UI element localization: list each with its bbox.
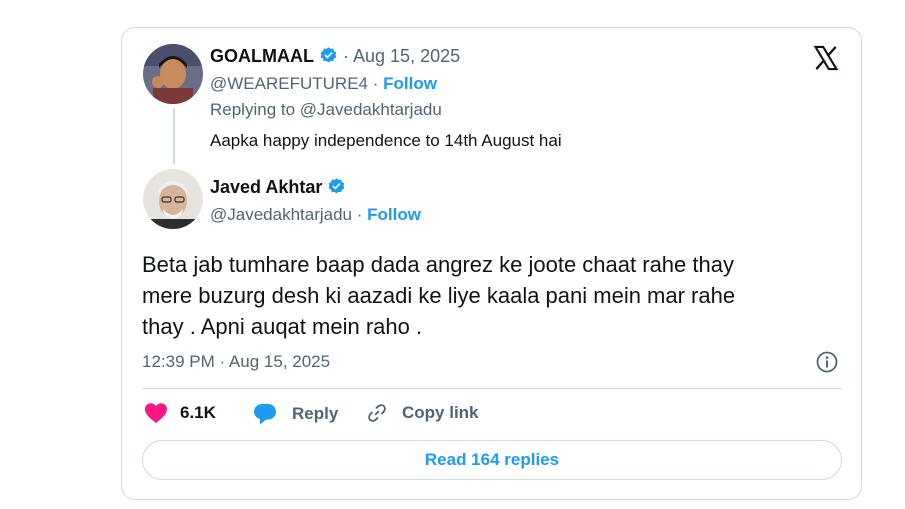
reply-tweet-text: Aapka happy independence to 14th August … <box>210 131 562 150</box>
reply-handle[interactable]: @WEAREFUTURE4 · <box>210 74 378 93</box>
tweet-text-line: Beta jab tumhare baap dada angrez ke joo… <box>142 252 734 277</box>
follow-button[interactable]: Follow <box>383 74 437 93</box>
reply-action[interactable]: Reply <box>252 402 338 426</box>
reply-label: Reply <box>292 404 339 423</box>
replying-to: Replying to @Javedakhtarjadu <box>210 100 442 120</box>
info-icon[interactable] <box>815 350 839 374</box>
goalmaal-avatar[interactable] <box>143 44 203 104</box>
replying-to-prefix: Replying to <box>210 100 296 119</box>
reply-bubble-icon <box>252 402 278 426</box>
tweet-text-line: thay . Apni auqat mein raho . <box>142 314 423 339</box>
main-handle-row: @Javedakhtarjadu · Follow <box>210 205 421 225</box>
main-handle[interactable]: @Javedakhtarjadu · <box>210 205 362 224</box>
reply-author-name[interactable]: GOALMAAL <box>210 46 314 66</box>
replying-to-handle[interactable]: @Javedakhtarjadu <box>300 100 442 119</box>
main-author-name[interactable]: Javed Akhtar <box>210 177 322 197</box>
tweet-text-line: mere buzurg desh ki aazadi ke liye kaala… <box>142 283 736 308</box>
main-tweet-text: Beta jab tumhare baap dada angrez ke joo… <box>142 249 735 342</box>
copy-link-label: Copy link <box>402 403 479 422</box>
read-replies-button[interactable]: Read 164 replies <box>142 440 842 480</box>
x-logo-icon[interactable] <box>812 44 840 72</box>
verified-badge-icon <box>327 177 346 196</box>
tweet-timestamp[interactable]: 12:39 PM · Aug 15, 2025 <box>142 352 330 372</box>
javed-akhtar-avatar[interactable] <box>143 169 203 229</box>
read-replies-label: Read 164 replies <box>424 450 560 469</box>
reply-date[interactable]: · Aug 15, 2025 <box>343 46 460 66</box>
link-icon <box>366 402 388 424</box>
verified-badge-icon <box>319 46 338 65</box>
heart-icon <box>144 402 168 424</box>
reply-tweet-header: GOALMAAL · Aug 15, 2025 <box>210 46 460 67</box>
follow-button[interactable]: Follow <box>367 205 421 224</box>
main-tweet-header: Javed Akhtar <box>210 177 346 198</box>
like-count: 6.1K <box>180 403 216 422</box>
divider <box>142 388 842 389</box>
copy-link-action[interactable]: Copy link <box>366 402 479 424</box>
reply-handle-row: @WEAREFUTURE4 · Follow <box>210 74 437 94</box>
like-action[interactable]: 6.1K <box>144 402 216 424</box>
thread-connector <box>173 108 175 164</box>
